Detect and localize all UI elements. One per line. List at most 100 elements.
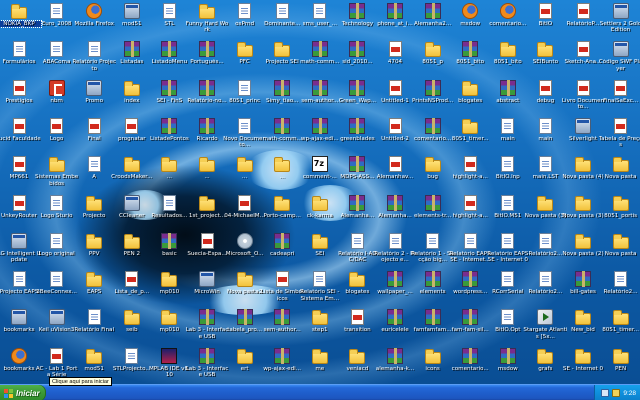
folder-icon	[86, 348, 103, 364]
rar-icon	[161, 79, 178, 96]
pdf-icon	[125, 271, 139, 288]
rar-icon	[424, 271, 441, 288]
clock[interactable]: 9:28	[623, 390, 636, 397]
doc-icon	[614, 271, 628, 288]
folder-icon	[612, 195, 629, 211]
folder-icon	[575, 195, 591, 211]
desktop-icon[interactable]: 8051_portis	[599, 192, 640, 234]
doc-icon	[538, 271, 552, 288]
folder-icon	[537, 42, 554, 58]
app-icon	[123, 194, 140, 211]
rar-icon	[462, 41, 479, 58]
rar-icon	[424, 117, 441, 134]
windows-logo-icon	[4, 388, 13, 398]
doc-icon	[162, 3, 176, 19]
rar-icon	[349, 41, 366, 58]
desktop-icon[interactable]: Settlers 2 Gold Edition	[599, 0, 640, 42]
rar-icon	[274, 347, 291, 364]
rar-icon	[274, 232, 291, 249]
rar-icon	[349, 194, 366, 211]
folder-icon	[462, 80, 479, 96]
pdf-icon	[388, 79, 402, 96]
pdf-icon	[12, 194, 26, 211]
folder-icon	[612, 310, 629, 326]
pdf-icon	[388, 156, 402, 173]
doc-icon	[125, 347, 139, 364]
rar-icon	[161, 117, 178, 134]
app-icon	[612, 41, 629, 58]
rar-icon	[462, 309, 479, 326]
desktop-icon[interactable]: 8051_timer...	[599, 306, 640, 348]
desktop-icon-label: Settlers 2 Gold Edition	[599, 21, 640, 34]
folder-icon	[575, 348, 591, 364]
game-icon	[161, 347, 178, 364]
desktop-icon-label: PEN	[615, 365, 627, 372]
doc-icon	[313, 3, 327, 19]
doc-icon	[313, 271, 327, 288]
app-icon	[199, 271, 215, 288]
rar-icon	[199, 41, 215, 58]
doc-icon	[87, 309, 101, 326]
start-button[interactable]: Iniciar	[0, 385, 46, 400]
folder-icon	[161, 157, 178, 173]
rar-icon	[199, 347, 215, 364]
doc-icon	[538, 232, 552, 249]
rar-icon	[236, 309, 253, 326]
red-icon	[48, 79, 65, 96]
doc-icon	[238, 117, 252, 134]
folder-icon	[311, 310, 328, 326]
desktop[interactable]: NOKIA_BKP Formulários Prestigios lucid Facu…	[0, 0, 640, 384]
pdf-icon	[463, 194, 477, 211]
start-tooltip: Clique aqui para iniciar	[49, 377, 112, 386]
app-icon	[11, 309, 27, 326]
desktop-icon[interactable]: Nova pasta	[599, 230, 640, 272]
pdf-icon	[238, 194, 252, 211]
network-icon[interactable]	[601, 389, 610, 397]
pdf-icon	[538, 3, 552, 19]
folder-icon	[311, 195, 328, 211]
folder-icon	[199, 195, 215, 211]
doc-icon	[350, 232, 364, 249]
desktop-icon[interactable]: Código SWF Player	[599, 38, 640, 80]
desktop-icon[interactable]: Relatório2...	[599, 268, 640, 310]
rar-icon	[387, 3, 403, 19]
desktop-icon[interactable]: FinalSaExc...	[599, 77, 640, 119]
folder-icon	[236, 272, 253, 288]
doc-icon	[12, 271, 26, 288]
rar-icon	[311, 79, 328, 96]
rar-icon	[387, 194, 403, 211]
doc-icon	[275, 3, 289, 19]
pdf-icon	[12, 117, 26, 134]
rar-icon	[199, 117, 215, 134]
pdf-icon	[388, 41, 402, 58]
doc-icon	[501, 117, 515, 134]
folder-icon	[86, 195, 103, 211]
desktop-icon[interactable]: Nova pasta	[599, 153, 640, 195]
folder-icon	[424, 42, 441, 58]
rar-icon	[387, 309, 403, 326]
rar-icon	[161, 232, 178, 249]
rar-icon	[161, 41, 178, 58]
desktop-icon-label: FinalSaExc...	[603, 97, 639, 104]
doc-icon	[426, 232, 440, 249]
doc-icon	[501, 309, 515, 326]
firefox-icon	[462, 3, 479, 19]
volume-icon[interactable]	[612, 389, 621, 397]
desktop-icon[interactable]: Tabela de Preços	[599, 115, 640, 157]
desktop-icon-label: Nova pasta	[604, 250, 637, 257]
desktop-icon-label: Relatório2...	[603, 289, 638, 296]
pdf-icon	[463, 156, 477, 173]
pdf-icon	[200, 232, 214, 249]
pdf-icon	[576, 41, 590, 58]
app-icon	[48, 309, 65, 326]
desktop-icon[interactable]: PEN	[599, 345, 640, 384]
folder-icon	[274, 195, 291, 211]
folder-icon	[311, 233, 328, 249]
folder-icon	[537, 195, 554, 211]
doc-icon	[501, 232, 515, 249]
doc-icon	[538, 117, 552, 134]
firefox-icon	[499, 3, 516, 19]
rar-icon	[387, 347, 403, 364]
rar-icon	[349, 117, 366, 134]
rar-icon	[123, 41, 140, 58]
